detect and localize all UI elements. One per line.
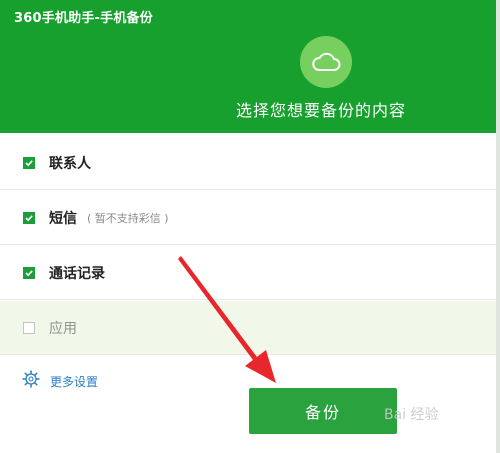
option-apps[interactable]: 应用 (0, 301, 496, 355)
option-label: 应用 (49, 320, 77, 337)
header-banner: 360手机助手-手机备份 选择您想要备份的内容 (0, 0, 500, 133)
checkbox-checked-icon[interactable] (23, 156, 35, 169)
cloud-icon (300, 36, 352, 88)
backup-button[interactable]: 备份 (249, 388, 397, 434)
checkbox-unchecked-icon[interactable] (23, 321, 35, 334)
option-label: 通话记录 (49, 265, 105, 282)
header-subtitle: 选择您想要备份的内容 (236, 101, 407, 120)
option-note: ( 暂不支持彩信 ) (87, 211, 169, 225)
option-label: 联系人 (49, 155, 91, 172)
checkbox-checked-icon[interactable] (23, 211, 35, 224)
window-edge (496, 0, 500, 453)
gear-icon (22, 370, 40, 392)
option-contacts[interactable]: 联系人 (0, 136, 496, 190)
more-settings-link[interactable]: 更多设置 (22, 370, 98, 392)
option-label: 短信 (49, 210, 77, 227)
more-settings-label: 更多设置 (50, 374, 99, 389)
baidu-watermark: Bai 经验 (384, 407, 439, 423)
option-call-log[interactable]: 通话记录 (0, 246, 496, 300)
app-title: 360手机助手-手机备份 (14, 11, 153, 26)
option-sms[interactable]: 短信 ( 暂不支持彩信 ) (0, 191, 496, 245)
checkbox-checked-icon[interactable] (23, 266, 35, 279)
